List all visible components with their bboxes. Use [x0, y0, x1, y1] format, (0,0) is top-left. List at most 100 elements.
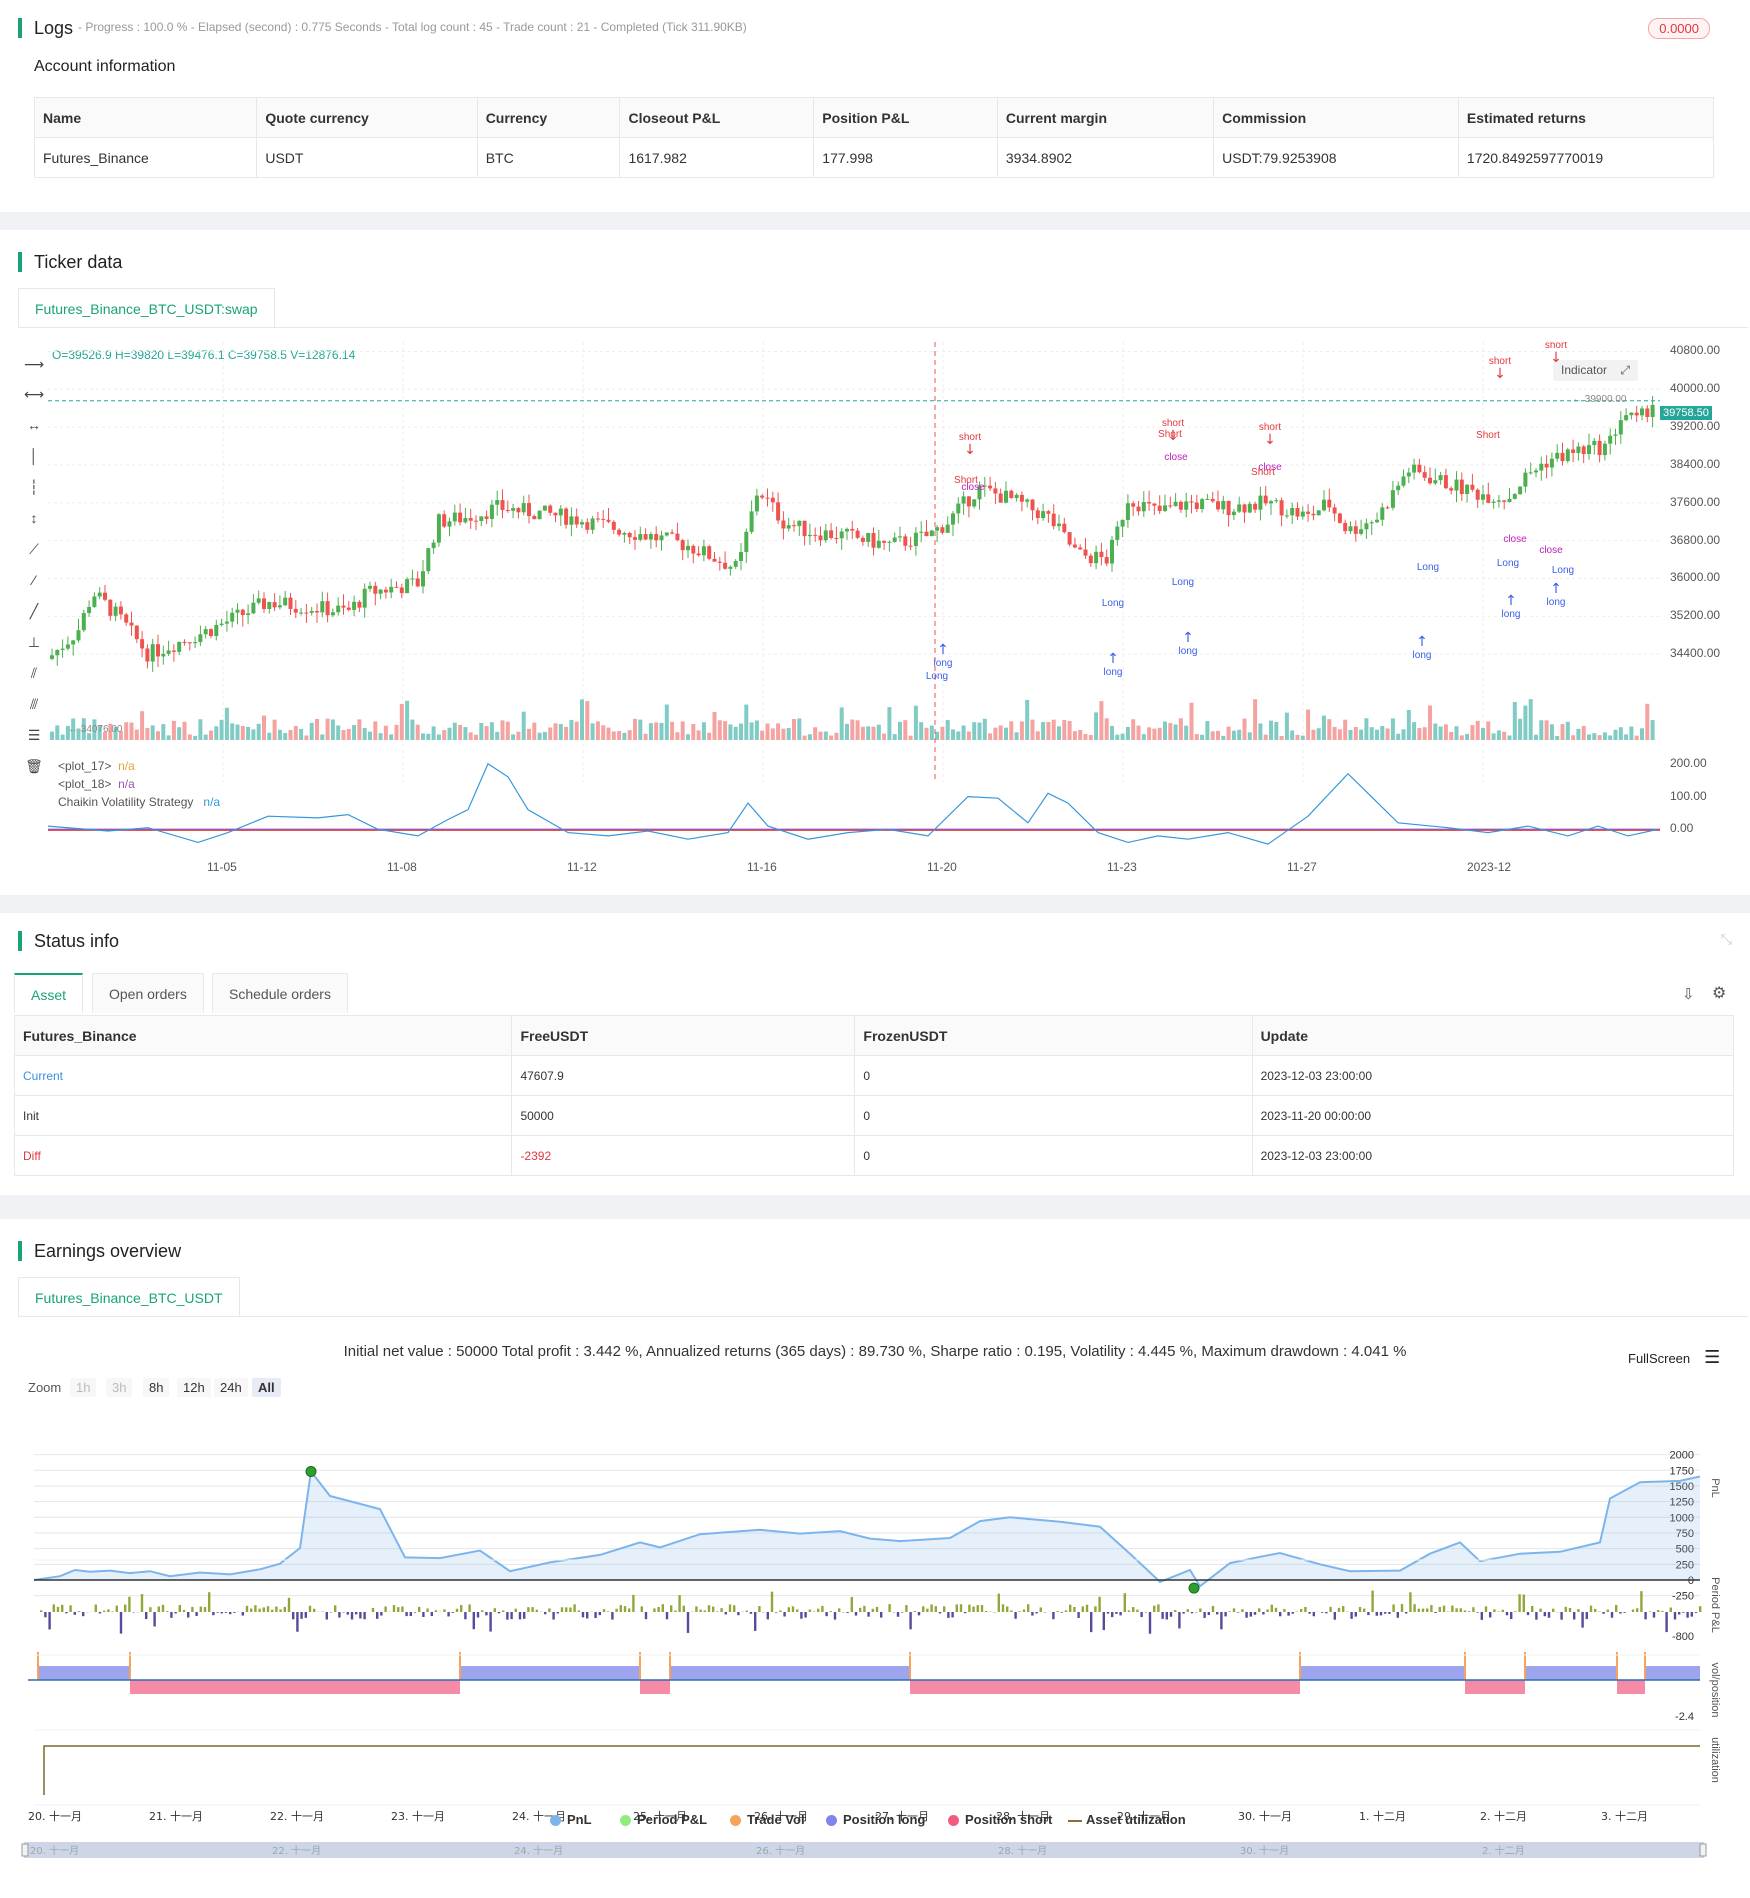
candle-body — [537, 510, 542, 520]
volume-bar — [1645, 703, 1650, 740]
trash-icon[interactable]: 🗑 — [24, 756, 44, 776]
vertical-segment-icon[interactable]: ┆ — [24, 477, 44, 497]
period-pnl-bar — [258, 1608, 261, 1612]
period-pnl-bar — [817, 1608, 820, 1612]
candle-body — [1475, 489, 1480, 500]
volume-bar — [1613, 729, 1618, 740]
tab-schedule-orders[interactable]: Schedule orders — [212, 973, 348, 1013]
volume-bar — [972, 722, 977, 740]
volume-bar — [1454, 726, 1459, 740]
volume-bar — [166, 735, 171, 740]
legend-label: Asset utilization — [1086, 1812, 1186, 1827]
volume-bar — [1332, 726, 1337, 740]
collapse-icon[interactable]: ⤡ — [1721, 931, 1732, 948]
legend-item[interactable]: Position short — [948, 1812, 1052, 1827]
candle-body — [357, 601, 362, 608]
candle-body — [489, 504, 494, 519]
zoom-all-button[interactable]: All — [252, 1378, 281, 1397]
zoom-12h-button[interactable]: 12h — [177, 1378, 211, 1397]
candle-body — [1549, 458, 1554, 468]
volume-bar — [1189, 702, 1194, 740]
trend-line-icon[interactable]: ⟋ — [24, 539, 44, 559]
zoom-3h-button[interactable]: 3h — [106, 1378, 133, 1397]
period-pnl-bar — [980, 1605, 984, 1612]
period-pnl-bar — [703, 1610, 706, 1612]
zoom-8h-button[interactable]: 8h — [143, 1378, 170, 1397]
table-cell: FrozenUSDT — [854, 1015, 1253, 1056]
ray-line-icon[interactable]: ⁄ — [24, 570, 44, 590]
period-pnl-bar — [1434, 1612, 1437, 1614]
legend-item[interactable]: Asset utilization — [1068, 1812, 1186, 1827]
tab-ticker-symbol[interactable]: Futures_Binance_BTC_USDT:swap — [18, 288, 275, 328]
candle-body — [415, 578, 420, 587]
fullscreen-button[interactable]: FullScreen ☰ — [1628, 1347, 1720, 1368]
segment-line-icon[interactable]: ╱ — [24, 601, 44, 621]
position-long-bar — [38, 1666, 130, 1680]
period-pnl-bar — [1522, 1594, 1525, 1612]
horizontal-ray-icon[interactable]: ⟷ — [24, 384, 44, 404]
lines-icon[interactable]: ☰ — [24, 725, 44, 745]
volume-bar — [839, 707, 844, 740]
period-pnl-bar — [1585, 1612, 1588, 1620]
period-pnl-bar — [279, 1609, 282, 1612]
volume-bar — [235, 724, 240, 740]
candle-body — [267, 602, 272, 609]
extended-line-icon[interactable]: ↔ — [24, 415, 44, 435]
candle-body — [712, 558, 717, 562]
period-pnl-bar — [1669, 1607, 1672, 1612]
horizontal-line-icon[interactable]: ⟶ — [24, 354, 44, 374]
candle-body — [55, 649, 60, 656]
period-pnl-bar — [287, 1597, 291, 1612]
period-pnl-bar — [161, 1604, 165, 1612]
volume-bar — [1221, 735, 1226, 740]
legend-item[interactable]: Trade Vol — [730, 1812, 805, 1827]
period-pnl-bar — [199, 1606, 202, 1612]
candle-body — [1406, 472, 1411, 477]
period-pnl-bar — [825, 1612, 828, 1617]
zoom-1h-button[interactable]: 1h — [70, 1378, 97, 1397]
period-pnl-bar — [1199, 1608, 1202, 1612]
tab-earnings-symbol[interactable]: Futures_Binance_BTC_USDT — [18, 1277, 240, 1317]
legend-item[interactable]: Position long — [826, 1812, 925, 1827]
candle-body — [1412, 464, 1417, 473]
fib-icon[interactable]: ⫻ — [24, 694, 44, 714]
candle-body — [882, 540, 887, 543]
period-pnl-bar — [917, 1612, 921, 1616]
volume-bar — [1269, 720, 1273, 740]
candle-body — [1470, 484, 1475, 490]
osc-legend-value: n/a — [118, 759, 135, 773]
candle-body — [320, 601, 325, 613]
candle-body — [129, 622, 134, 626]
legend-item[interactable]: Period P&L — [620, 1812, 707, 1827]
parallel-channel-icon[interactable]: ⫽ — [24, 663, 44, 683]
settings-icon[interactable]: ⚙ — [1712, 983, 1726, 1003]
table-cell: Diff — [13, 1135, 513, 1176]
period-pnl-bar — [657, 1606, 660, 1612]
volume-bar — [707, 732, 712, 740]
tab-open-orders[interactable]: Open orders — [92, 973, 204, 1013]
vertical-line-icon[interactable]: │ — [24, 446, 44, 466]
price-line-icon[interactable]: ⊥ — [24, 632, 44, 652]
long-entry-label: Long — [926, 671, 948, 682]
vertical-arrow-icon[interactable]: ↕ — [24, 508, 44, 528]
candle-body — [585, 522, 590, 530]
legend-item[interactable]: PnL — [550, 1812, 592, 1827]
navigator-date-label: 22. 十一月 — [272, 1844, 321, 1857]
navigator-handle — [1699, 1843, 1707, 1857]
download-icon[interactable]: ⇩ — [1682, 985, 1695, 1003]
period-pnl-bar — [1358, 1606, 1362, 1612]
candle-body — [373, 585, 378, 594]
osc-legend-name: <plot_17> — [58, 759, 112, 773]
candle-body — [558, 508, 563, 516]
period-pnl-bar — [262, 1607, 265, 1612]
tab-asset[interactable]: Asset — [14, 973, 84, 1013]
period-pnl-bar — [573, 1604, 576, 1612]
volume-bar — [1014, 732, 1019, 740]
period-pnl-bar — [1652, 1612, 1656, 1618]
period-pnl-bar — [98, 1612, 102, 1614]
candle-body — [1518, 486, 1523, 495]
zoom-24h-button[interactable]: 24h — [214, 1378, 248, 1397]
period-pnl-bar — [241, 1612, 244, 1616]
earnings-date-label: 3. 十二月 — [1601, 1809, 1648, 1823]
period-pnl-bar — [1400, 1604, 1404, 1612]
